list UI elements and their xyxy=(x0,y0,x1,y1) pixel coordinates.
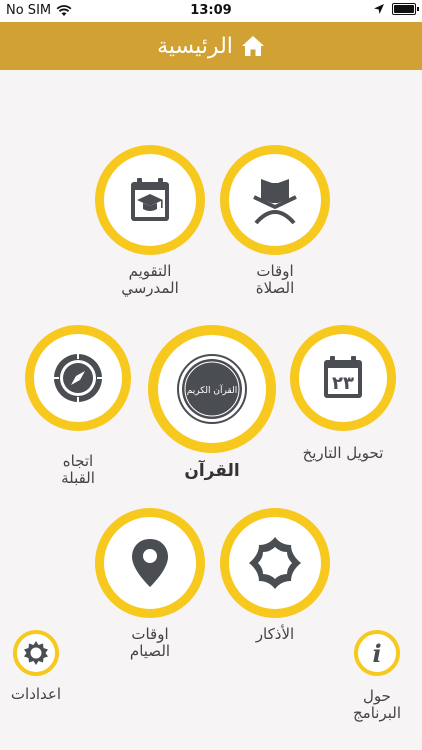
settings-circle[interactable] xyxy=(13,630,59,676)
menu-item-about[interactable]: i حول البرنامج xyxy=(344,630,410,730)
home-icon[interactable] xyxy=(241,35,265,57)
menu-item-quran[interactable]: القرآن الكريم القرآن xyxy=(148,325,276,490)
header-bar: الرئيسية xyxy=(0,22,422,70)
battery-icon xyxy=(392,3,419,15)
about-label: حول البرنامج xyxy=(352,687,401,722)
menu-item-settings[interactable]: اعدادات xyxy=(4,630,68,710)
date-conversion-circle[interactable]: ٢٣ xyxy=(290,325,396,431)
ornament-frame-icon xyxy=(249,537,301,589)
fasting-times-label: اوقات الصيام xyxy=(129,625,171,660)
quran-label: القرآن xyxy=(184,461,240,481)
location-pin-icon xyxy=(132,539,168,587)
adhkar-label: الأذكار xyxy=(255,625,295,643)
menu-item-adhkar[interactable]: الأذكار xyxy=(220,508,330,648)
quran-calligraphy-icon: القرآن الكريم xyxy=(177,354,247,424)
qibla-circle[interactable] xyxy=(25,325,131,431)
quran-circle[interactable]: القرآن الكريم xyxy=(148,325,276,453)
prayer-times-label: اوقات الصلاة xyxy=(255,262,295,297)
school-calendar-circle[interactable] xyxy=(95,145,205,255)
info-icon: i xyxy=(372,638,382,668)
menu-item-date-conversion[interactable]: ٢٣ تحويل التاريخ xyxy=(284,325,402,470)
graduation-calendar-icon xyxy=(131,178,169,221)
menu-item-fasting-times[interactable]: اوقات الصيام xyxy=(95,508,205,663)
qibla-label: اتجاه القبلة xyxy=(61,452,95,487)
calendar-day-text: ٢٣ xyxy=(332,373,354,394)
school-calendar-label: التقويم المدرسي xyxy=(121,262,179,297)
calendar-23-icon: ٢٣ xyxy=(324,356,362,398)
quran-stand-icon xyxy=(253,179,297,225)
gear-icon xyxy=(24,641,48,665)
menu-item-qibla[interactable]: اتجاه القبلة xyxy=(25,325,131,490)
compass-icon xyxy=(54,354,102,402)
about-circle[interactable]: i xyxy=(354,630,400,676)
status-time: 13:09 xyxy=(190,3,232,18)
fasting-times-circle[interactable] xyxy=(95,508,205,618)
prayer-times-circle[interactable] xyxy=(220,145,330,255)
quran-glyph-text: القرآن الكريم xyxy=(187,384,237,396)
page-title: الرئيسية xyxy=(157,33,233,59)
settings-label: اعدادات xyxy=(10,685,62,703)
status-right xyxy=(374,3,419,15)
location-arrow-icon xyxy=(374,4,384,14)
status-bar: No SIM 13:09 xyxy=(0,0,422,22)
menu-item-school-calendar[interactable]: التقويم المدرسي xyxy=(95,145,205,300)
date-conversion-label: تحويل التاريخ xyxy=(302,444,384,462)
menu-item-prayer-times[interactable]: اوقات الصلاة xyxy=(220,145,330,300)
adhkar-circle[interactable] xyxy=(220,508,330,618)
